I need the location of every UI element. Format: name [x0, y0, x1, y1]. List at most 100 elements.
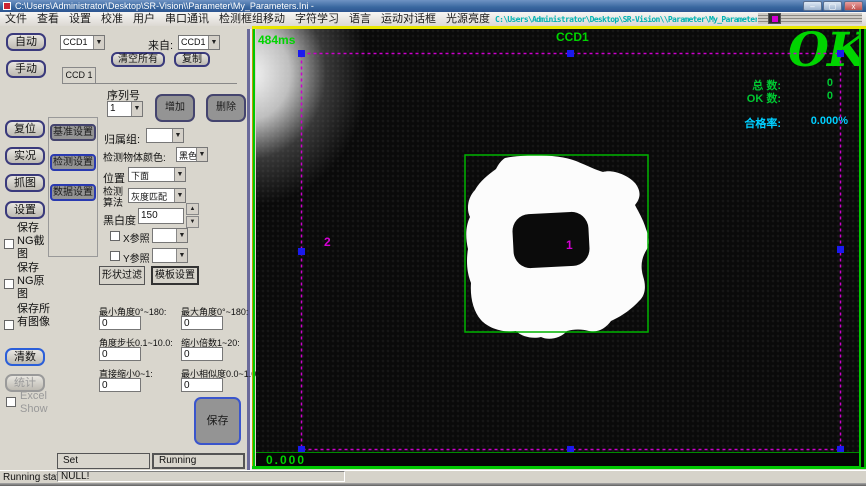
- menu-item-char-learning[interactable]: 字符学习: [290, 12, 344, 26]
- excel-show-checkbox[interactable]: [6, 397, 16, 407]
- object-color-label: 检测物体颜色:: [103, 149, 166, 164]
- menu-item-view[interactable]: 查看: [32, 12, 64, 26]
- chevron-down-icon[interactable]: ▼: [176, 229, 187, 242]
- live-button[interactable]: 实况: [5, 147, 45, 165]
- template-settings-button[interactable]: 模板设置: [151, 266, 199, 285]
- max-angle-input[interactable]: 0: [181, 316, 223, 330]
- datum-settings-button[interactable]: 基准设置: [50, 124, 96, 141]
- light-brightness-slider[interactable]: [758, 13, 862, 24]
- object-color-value: 黑色: [179, 149, 197, 162]
- y-ref-checkbox[interactable]: [110, 251, 120, 261]
- save-all-images-checkbox[interactable]: [4, 320, 14, 330]
- threshold-input[interactable]: 150: [138, 208, 184, 224]
- position-select[interactable]: 下面 ▼: [128, 167, 186, 182]
- close-button[interactable]: x: [844, 1, 863, 11]
- menu-item-light-brightness[interactable]: 光源亮度: [441, 12, 495, 26]
- save-ng-capture-checkbox[interactable]: [4, 239, 14, 249]
- menu-item-file[interactable]: 文件: [0, 12, 32, 26]
- slider-thumb[interactable]: [768, 13, 781, 24]
- ccd-select[interactable]: CCD1 ▼: [60, 35, 105, 50]
- manual-button[interactable]: 手动: [6, 60, 46, 78]
- save-button[interactable]: 保存: [194, 397, 241, 445]
- maximize-button[interactable]: ▢: [823, 1, 842, 11]
- copy-button[interactable]: 复制: [174, 52, 210, 67]
- setup-button[interactable]: 设置: [5, 201, 45, 219]
- save-ng-original-checkbox[interactable]: [4, 279, 14, 289]
- window-title: C:\Users\Administrator\Desktop\SR-Vision…: [15, 0, 314, 12]
- serial-select-value: 1: [110, 103, 116, 114]
- camera-overlay: [256, 29, 859, 452]
- group-label: 归属组:: [104, 131, 140, 147]
- add-button[interactable]: 增加: [155, 94, 195, 122]
- camera-bottom-green-line: [252, 466, 866, 469]
- from-label: 来自:: [148, 37, 173, 53]
- chevron-down-icon[interactable]: ▼: [174, 189, 185, 202]
- grab-button[interactable]: 抓图: [5, 174, 45, 192]
- roi-handle[interactable]: [298, 50, 305, 57]
- y-ref-label: Y参照: [123, 250, 150, 265]
- angle-step-input[interactable]: 0: [99, 347, 141, 361]
- algorithm-select-value: 灰度匹配: [131, 190, 167, 203]
- menu-item-serial-comm[interactable]: 串口通讯: [160, 12, 214, 26]
- position-select-value: 下面: [131, 169, 149, 182]
- x-ref-select[interactable]: ▼: [152, 228, 188, 243]
- part-center-hole: [512, 211, 591, 269]
- min-angle-input[interactable]: 0: [99, 316, 141, 330]
- roi-handle[interactable]: [837, 246, 844, 253]
- status-label: Running state: [3, 472, 65, 483]
- chevron-down-icon[interactable]: ▼: [93, 36, 104, 49]
- save-ng-original-label: 保存NG原图: [17, 262, 53, 301]
- menu-item-language[interactable]: 语言: [344, 12, 376, 26]
- menu-item-detect-frame-move[interactable]: 检测框组移动: [214, 12, 290, 26]
- parameter-path-display: C:\Users\Administrator\Desktop\SR-Vision…: [495, 15, 757, 24]
- chevron-down-icon[interactable]: ▼: [176, 249, 187, 262]
- min-similarity-input[interactable]: 0: [181, 378, 223, 392]
- direct-shrink-input[interactable]: 0: [99, 378, 141, 392]
- detect-settings-button[interactable]: 检测设置: [50, 154, 96, 171]
- reset-button[interactable]: 复位: [5, 120, 45, 138]
- ccd-select-value: CCD1: [63, 37, 88, 47]
- serial-select[interactable]: 1 ▼: [107, 101, 143, 117]
- menu-bar: 文件 查看 设置 校准 用户 串口通讯 检测框组移动 字符学习 语言 运动对话框…: [0, 12, 866, 26]
- algorithm-select[interactable]: 灰度匹配 ▼: [128, 188, 186, 203]
- from-select[interactable]: CCD1 ▼: [178, 35, 220, 50]
- threshold-label: 黑白度: [103, 212, 136, 228]
- x-ref-checkbox[interactable]: [110, 231, 120, 241]
- clear-count-button[interactable]: 清数: [5, 348, 45, 366]
- roi-handle[interactable]: [837, 50, 844, 57]
- roi-label-1: 1: [566, 238, 573, 252]
- camera-bottom-value: 0.000: [266, 453, 306, 467]
- roi-handle[interactable]: [298, 248, 305, 255]
- shape-filter-button[interactable]: 形状过滤: [99, 266, 145, 285]
- x-ref-label: X参照: [123, 230, 150, 245]
- spinner-up-icon[interactable]: ▲: [186, 203, 199, 215]
- chevron-down-icon[interactable]: ▼: [208, 36, 219, 49]
- tab-running[interactable]: Running: [152, 453, 245, 469]
- chevron-down-icon[interactable]: ▼: [131, 102, 142, 116]
- object-color-select[interactable]: 黑色 ▼: [176, 147, 208, 162]
- menu-item-settings[interactable]: 设置: [64, 12, 96, 26]
- y-ref-select[interactable]: ▼: [152, 248, 188, 263]
- clear-all-button[interactable]: 清空所有: [111, 52, 165, 67]
- minimize-button[interactable]: –: [803, 1, 822, 11]
- menu-item-user[interactable]: 用户: [128, 12, 160, 26]
- from-select-value: CCD1: [181, 37, 206, 47]
- data-settings-button[interactable]: 数据设置: [50, 184, 96, 201]
- chevron-down-icon[interactable]: ▼: [174, 168, 185, 181]
- tab-set[interactable]: Set: [57, 453, 150, 469]
- chevron-down-icon[interactable]: ▼: [196, 148, 207, 161]
- camera-viewport[interactable]: 484ms CCD1 OK 总 数: 0 OK 数: 0 合格率: 0.000%: [256, 29, 859, 452]
- algorithm-label-line2: 算法: [103, 194, 123, 209]
- shrink-input[interactable]: 0: [181, 347, 223, 361]
- ccd1-tab[interactable]: CCD 1: [62, 67, 96, 83]
- roi-handle[interactable]: [567, 50, 574, 57]
- menu-item-calibration[interactable]: 校准: [96, 12, 128, 26]
- delete-button[interactable]: 删除: [206, 94, 246, 122]
- status-value: NULL!: [61, 471, 89, 482]
- spinner-down-icon[interactable]: ▼: [186, 216, 199, 228]
- menu-item-motion-dialog[interactable]: 运动对话框: [376, 12, 441, 26]
- tab-underline: [62, 83, 237, 84]
- group-select[interactable]: ▼: [146, 128, 184, 143]
- auto-button[interactable]: 自动: [6, 33, 46, 51]
- chevron-down-icon[interactable]: ▼: [172, 129, 183, 142]
